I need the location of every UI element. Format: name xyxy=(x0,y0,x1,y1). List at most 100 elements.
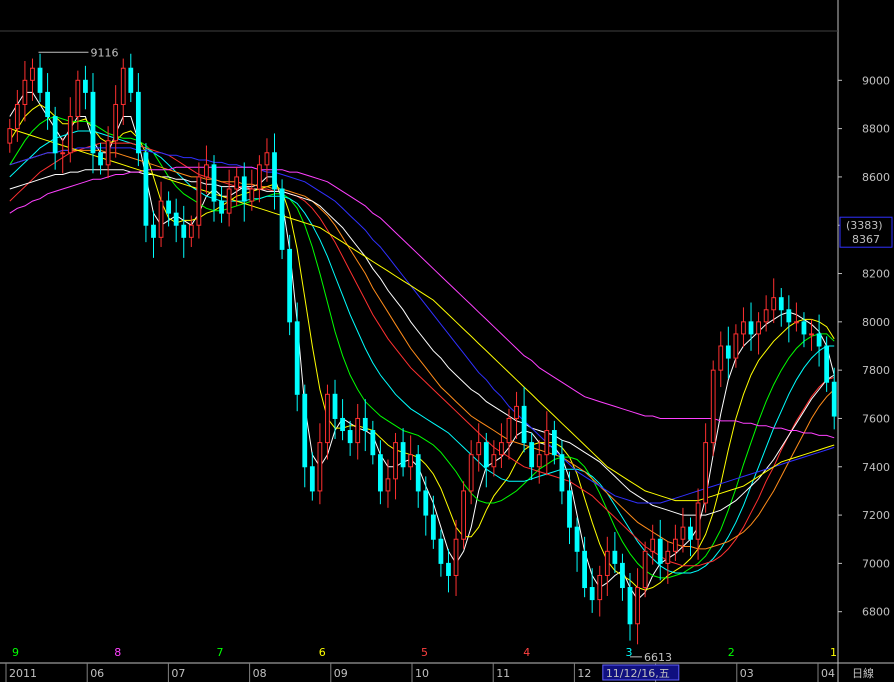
candle-body xyxy=(816,333,822,347)
y-tick-label: 7600 xyxy=(862,412,890,425)
chart-background xyxy=(0,0,894,682)
candle-body xyxy=(824,345,830,383)
candle-body xyxy=(30,67,35,81)
candle-body xyxy=(567,490,572,528)
candle-body xyxy=(559,454,565,492)
candle-body xyxy=(98,152,103,166)
candle-body xyxy=(408,454,414,468)
y-tick-label: 8600 xyxy=(862,171,890,184)
candle-body xyxy=(158,200,164,238)
candle-body xyxy=(725,345,731,359)
candle-body xyxy=(113,103,119,142)
candle-body xyxy=(650,538,656,552)
candle-body xyxy=(529,442,535,468)
candle-body xyxy=(347,430,353,444)
candle-body xyxy=(309,466,315,492)
timeframe-label: 日線 xyxy=(852,666,874,680)
y-tick-label: 7800 xyxy=(862,364,890,377)
cycle-number: 6 xyxy=(319,646,326,659)
candle-body xyxy=(771,297,777,311)
candle-body xyxy=(234,176,240,190)
high-note: 9116 xyxy=(90,46,118,59)
candle-body xyxy=(256,164,262,190)
candle-body xyxy=(672,538,678,552)
candle-body xyxy=(249,188,255,202)
candle-body xyxy=(52,116,58,154)
price-box-bottom: 8367 xyxy=(852,233,880,246)
candle-body xyxy=(166,200,172,214)
candle-body xyxy=(688,526,693,540)
candle-body xyxy=(710,369,716,444)
x-tick-label: 08 xyxy=(253,667,267,680)
candle-body xyxy=(143,152,149,226)
candle-body xyxy=(241,176,247,202)
candle-body xyxy=(7,128,13,144)
x-tick-label: 03 xyxy=(740,667,754,680)
cycle-number: 5 xyxy=(421,646,428,659)
candle-body xyxy=(188,224,194,238)
candle-body xyxy=(204,164,209,178)
candle-body xyxy=(173,212,179,226)
candle-body xyxy=(453,538,459,576)
candle-body xyxy=(741,321,746,335)
candle-body xyxy=(521,405,527,444)
candle-body xyxy=(340,417,345,432)
candle-body xyxy=(211,164,217,202)
candle-body xyxy=(219,200,224,214)
y-tick-label: 8200 xyxy=(862,268,890,281)
candle-body xyxy=(181,224,187,238)
x-tick-label: 12 xyxy=(577,667,591,680)
candle-body xyxy=(105,140,111,166)
x-tick-label: 07 xyxy=(171,667,185,680)
candle-body xyxy=(801,321,807,335)
candle-body xyxy=(483,442,489,468)
candle-body xyxy=(37,67,43,93)
candle-body xyxy=(438,538,444,564)
candle-body xyxy=(430,514,436,540)
candle-body xyxy=(468,454,474,492)
cycle-number: 2 xyxy=(728,646,735,659)
y-tick-label: 6800 xyxy=(862,606,890,619)
candle-body xyxy=(393,442,398,480)
low-note: 6613 xyxy=(644,651,672,664)
y-tick-label: 9000 xyxy=(862,74,890,87)
candle-body xyxy=(196,176,202,226)
candle-body xyxy=(680,526,686,540)
candle-body xyxy=(272,152,277,190)
candle-body xyxy=(756,321,761,335)
x-tick-label: 10 xyxy=(415,667,429,680)
candle-body xyxy=(506,417,512,444)
candle-body xyxy=(120,67,126,105)
candle-body xyxy=(446,562,451,576)
candle-body xyxy=(135,91,141,154)
candle-body xyxy=(635,587,640,625)
candle-body xyxy=(385,478,391,492)
candlestick-chart[interactable]: 9000880086008400820080007800760074007200… xyxy=(0,0,894,682)
candle-body xyxy=(423,490,429,516)
candle-body xyxy=(627,587,633,625)
candle-body xyxy=(370,430,376,456)
y-tick-label: 8000 xyxy=(862,316,890,329)
candle-body xyxy=(151,224,156,238)
candle-body xyxy=(128,67,134,93)
y-tick-label: 7200 xyxy=(862,509,890,522)
candle-body xyxy=(582,550,588,589)
candle-body xyxy=(809,333,814,336)
cycle-number: 9 xyxy=(12,646,19,659)
candle-body xyxy=(695,502,701,540)
candle-body xyxy=(83,79,88,93)
y-tick-label: 7400 xyxy=(862,461,890,474)
y-tick-label: 8800 xyxy=(862,123,890,136)
candle-body xyxy=(574,526,580,552)
x-tick-label: 06 xyxy=(90,667,104,680)
candle-body xyxy=(597,574,603,601)
candle-body xyxy=(317,442,323,492)
candle-body xyxy=(67,116,73,154)
candle-body xyxy=(763,309,769,323)
candle-body xyxy=(60,152,66,155)
candle-body xyxy=(45,91,50,118)
candle-body xyxy=(536,454,542,468)
x-tick-label: 11 xyxy=(496,667,510,680)
candle-body xyxy=(22,79,28,105)
candle-body xyxy=(612,550,618,564)
